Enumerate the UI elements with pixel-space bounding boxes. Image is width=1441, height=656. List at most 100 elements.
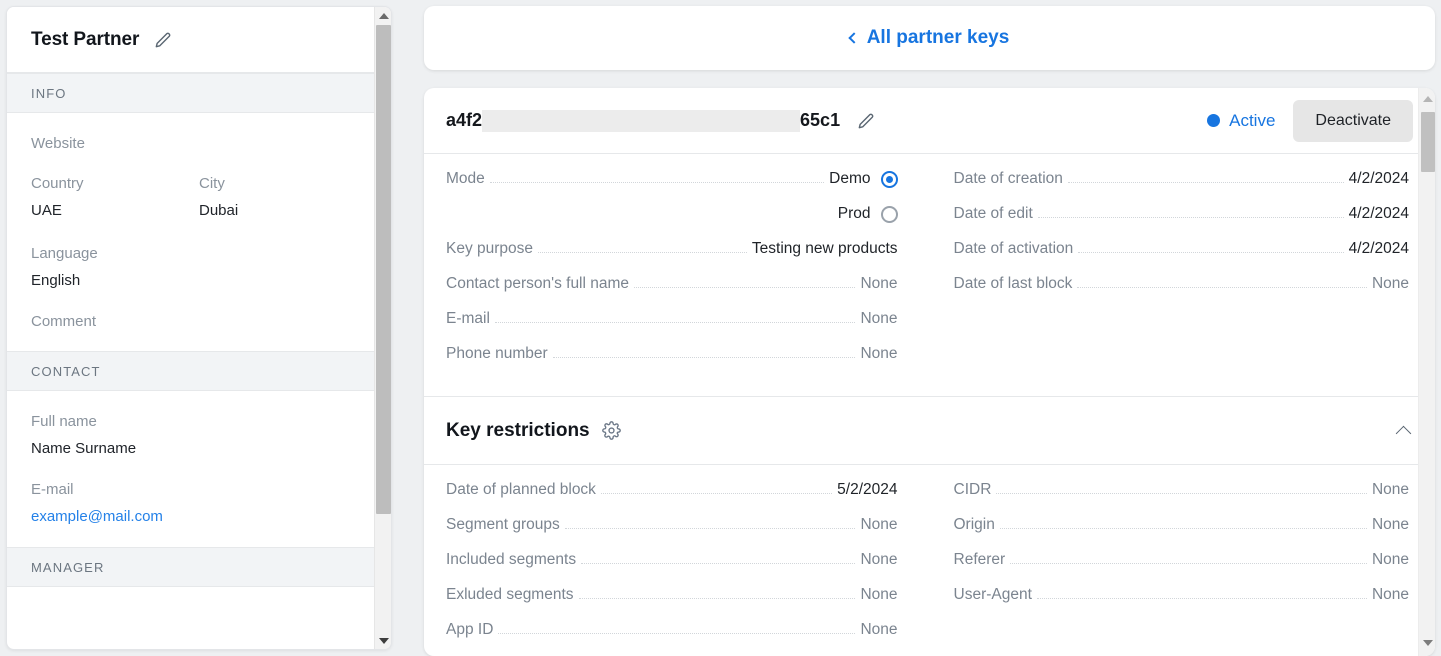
key-id-prefix: a4f2 bbox=[446, 110, 482, 131]
row-label: Origin bbox=[954, 516, 995, 534]
mode-demo-option[interactable]: Demo bbox=[829, 170, 897, 188]
deactivate-button[interactable]: Deactivate bbox=[1293, 100, 1413, 142]
field-value: English bbox=[31, 269, 367, 293]
row-date-of-edit: Date of edit 4/2/2024 bbox=[954, 205, 1410, 240]
row-label: Segment groups bbox=[446, 516, 560, 534]
field-label: City bbox=[199, 173, 367, 195]
field-full-name: Full name Name Surname bbox=[31, 411, 367, 461]
status-badge: Active bbox=[1207, 111, 1275, 131]
row-value: None bbox=[860, 516, 897, 534]
field-label: Country bbox=[31, 173, 199, 195]
row-label: Phone number bbox=[446, 345, 548, 363]
leader-line bbox=[996, 493, 1367, 494]
row-phone-number: Phone number None bbox=[446, 345, 898, 380]
row-referer: Referer None bbox=[954, 551, 1410, 586]
main-scrollbar-thumb[interactable] bbox=[1421, 112, 1435, 172]
scroll-down-arrow-icon[interactable] bbox=[375, 632, 392, 649]
row-value: None bbox=[1372, 586, 1409, 604]
row-app-id: App ID None bbox=[446, 621, 898, 656]
leader-line bbox=[553, 357, 856, 358]
leader-line bbox=[565, 528, 856, 529]
sidebar-section-manager: MANAGER bbox=[7, 547, 391, 587]
row-mode-prod: Mode Prod bbox=[446, 205, 898, 240]
leader-line bbox=[1037, 598, 1367, 599]
row-contact-person: Contact person's full name None bbox=[446, 275, 898, 310]
row-value: 4/2/2024 bbox=[1349, 240, 1409, 258]
key-id: a4f2 65c1 bbox=[446, 110, 840, 132]
all-partner-keys-link[interactable]: All partner keys bbox=[850, 27, 1010, 49]
field-country: Country UAE bbox=[31, 173, 199, 223]
key-details-rows: Mode Demo Mode Prod bbox=[424, 154, 1435, 396]
key-detail-card: a4f2 65c1 Active Deactivate bbox=[424, 88, 1435, 656]
row-label: Mode bbox=[446, 170, 485, 188]
leader-line bbox=[1038, 217, 1344, 218]
mode-prod-option[interactable]: Prod bbox=[838, 205, 898, 223]
leader-line bbox=[579, 598, 856, 599]
row-segment-groups: Segment groups None bbox=[446, 516, 898, 551]
key-restrictions-rows: Date of planned block 5/2/2024 Segment g… bbox=[424, 465, 1435, 656]
row-mode: Mode Demo bbox=[446, 170, 898, 205]
row-label: User-Agent bbox=[954, 586, 1032, 604]
leader-line bbox=[538, 252, 747, 253]
row-origin: Origin None bbox=[954, 516, 1410, 551]
partner-title: Test Partner bbox=[31, 29, 139, 51]
field-email: E-mail example@mail.com bbox=[31, 479, 367, 529]
row-key-purpose: Key purpose Testing new products bbox=[446, 240, 898, 275]
leader-line bbox=[1078, 252, 1343, 253]
row-date-of-creation: Date of creation 4/2/2024 bbox=[954, 170, 1410, 205]
sidebar: Test Partner INFO Website Country UAE bbox=[6, 6, 392, 650]
row-value: Testing new products bbox=[752, 240, 898, 258]
sidebar-panel: Test Partner INFO Website Country UAE bbox=[0, 0, 410, 656]
edit-key-pencil-icon[interactable] bbox=[856, 111, 876, 131]
sidebar-info-body: Website Country UAE City Dubai Language … bbox=[7, 113, 391, 351]
row-date-of-last-block: Date of last block None bbox=[954, 275, 1410, 310]
main-scroll-up-arrow-icon[interactable] bbox=[1419, 90, 1435, 108]
sidebar-scrollbar-thumb[interactable] bbox=[376, 25, 391, 514]
field-value: Dubai bbox=[199, 199, 367, 223]
row-value: 5/2/2024 bbox=[837, 481, 897, 499]
restrictions-left-column: Date of planned block 5/2/2024 Segment g… bbox=[446, 481, 928, 656]
radio-prod[interactable] bbox=[881, 206, 898, 223]
sidebar-section-info: INFO bbox=[7, 73, 391, 113]
row-value: None bbox=[1372, 551, 1409, 569]
row-date-of-activation: Date of activation 4/2/2024 bbox=[954, 240, 1410, 275]
row-label: Referer bbox=[954, 551, 1006, 569]
leader-line bbox=[1010, 563, 1367, 564]
main-scroll-down-arrow-icon[interactable] bbox=[1419, 634, 1435, 652]
row-label: Date of creation bbox=[954, 170, 1063, 188]
leader-line bbox=[490, 182, 824, 183]
row-value: None bbox=[860, 310, 897, 328]
field-label: E-mail bbox=[31, 479, 367, 501]
scroll-up-arrow-icon[interactable] bbox=[375, 7, 392, 24]
row-value: None bbox=[1372, 516, 1409, 534]
row-value: 4/2/2024 bbox=[1349, 205, 1409, 223]
row-email: E-mail None bbox=[446, 310, 898, 345]
row-label: Date of edit bbox=[954, 205, 1033, 223]
topbar-card: All partner keys bbox=[424, 6, 1435, 70]
field-comment: Comment bbox=[31, 311, 367, 333]
field-label: Language bbox=[31, 243, 367, 265]
row-label: E-mail bbox=[446, 310, 490, 328]
row-value: 4/2/2024 bbox=[1349, 170, 1409, 188]
back-link-label: All partner keys bbox=[867, 27, 1010, 49]
key-restrictions-header[interactable]: Key restrictions bbox=[424, 397, 1435, 464]
key-header-actions: Active Deactivate bbox=[1207, 100, 1413, 142]
field-country-city: Country UAE City Dubai bbox=[31, 173, 367, 223]
chevron-up-icon[interactable] bbox=[1396, 425, 1412, 441]
row-label: Contact person's full name bbox=[446, 275, 629, 293]
pencil-icon[interactable] bbox=[153, 30, 173, 50]
gear-icon[interactable] bbox=[602, 421, 621, 440]
row-included-segments: Included segments None bbox=[446, 551, 898, 586]
row-excluded-segments: Exluded segments None bbox=[446, 586, 898, 621]
radio-demo[interactable] bbox=[881, 171, 898, 188]
main-scrollbar[interactable] bbox=[1418, 88, 1435, 656]
row-cidr: CIDR None bbox=[954, 481, 1410, 516]
leader-line bbox=[1077, 287, 1367, 288]
sidebar-contact-body: Full name Name Surname E-mail example@ma… bbox=[7, 391, 391, 547]
field-website: Website bbox=[31, 133, 367, 155]
row-value: None bbox=[860, 551, 897, 569]
field-label: Full name bbox=[31, 411, 367, 433]
sidebar-scrollbar[interactable] bbox=[374, 7, 391, 649]
email-link[interactable]: example@mail.com bbox=[31, 505, 367, 529]
leader-line bbox=[495, 322, 856, 323]
